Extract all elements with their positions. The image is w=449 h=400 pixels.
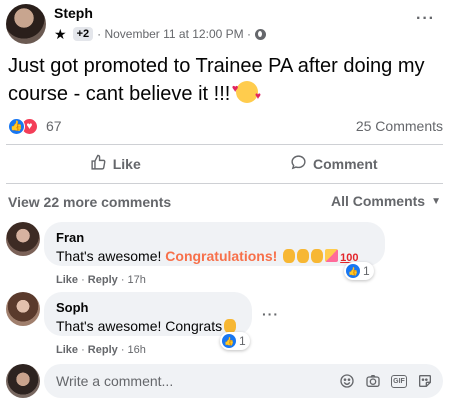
like-label: Like [112,156,141,172]
comment-time[interactable]: · 16h [121,344,146,356]
comment-input-box[interactable]: GIF [44,364,443,398]
star-icon: ★ [54,26,67,42]
camera-icon[interactable] [365,373,381,389]
comment-item: Soph That's awesome! Congrats ··· 👍 1 Li… [6,292,443,358]
reaction-count[interactable]: 67 [46,118,62,134]
author-avatar[interactable] [6,4,46,44]
comment-filter-dropdown[interactable]: All Comments ▼ [331,193,441,209]
view-more-comments-link[interactable]: View 22 more comments [8,194,171,210]
comment-reaction-count: 1 [239,334,246,348]
like-reaction-icon: 👍 [346,264,360,278]
comment-reaction-badge[interactable]: 👍 1 [220,332,250,350]
comment-actions: Like · Reply · 17h [56,274,146,286]
caret-down-icon: ▼ [431,195,441,207]
post-header: Steph ★ +2 · November 11 at 12:00 PM · ·… [6,4,443,46]
more-icon[interactable]: ··· [262,306,279,322]
gif-icon[interactable]: GIF [391,374,407,388]
comment-bubble: Soph That's awesome! Congrats [44,292,252,336]
comment-text: That's awesome! Congratulations! 100 [56,248,373,264]
smiling-hearts-emoji-icon [232,75,261,111]
action-bar: Like Comment [6,147,443,181]
speech-bubble-icon [290,154,307,175]
post-text: Just got promoted to Trainee PA after do… [8,52,438,111]
comment-reaction-count: 1 [363,264,370,278]
badge-count[interactable]: +2 [72,27,94,41]
comment-text-plain: That's awesome! [56,248,166,264]
comment-time[interactable]: · 17h [121,274,146,286]
comment-text: That's awesome! Congrats [56,318,240,334]
like-button[interactable]: Like [6,147,225,181]
comment-like-link[interactable]: Like [56,274,78,286]
clapping-emoji-icon [311,249,324,263]
clapping-emoji-icon [297,249,310,263]
commenter-name[interactable]: Fran [56,230,373,245]
reactions-bar: 👍 ♥ 67 25 Comments [8,116,443,136]
comment-reaction-badge[interactable]: 👍 1 [344,262,374,280]
comment-item: Fran That's awesome! Congratulations! 10… [6,222,443,288]
commenter-avatar[interactable] [6,292,40,326]
comment-text-plain: That's awesome! Congrats [56,318,223,334]
comment-bubble: Fran That's awesome! Congratulations! 10… [44,222,385,266]
thumbs-up-icon [90,154,107,175]
commenter-avatar[interactable] [6,222,40,256]
divider [6,183,443,184]
like-reaction-icon[interactable]: 👍 [8,117,25,135]
smiley-icon[interactable] [339,373,355,389]
comment-label: Comment [312,156,378,172]
comment-input[interactable] [56,373,329,389]
author-name[interactable]: Steph [54,5,93,21]
comment-reply-link[interactable]: Reply [88,274,118,286]
more-icon[interactable]: ··· [416,10,435,28]
clapping-emoji-icon [224,319,237,333]
party-popper-emoji-icon [325,249,339,262]
clapping-emoji-icon [283,249,296,263]
post-body: Just got promoted to Trainee PA after do… [8,55,425,105]
post-timestamp[interactable]: · November 11 at 12:00 PM · [97,27,251,41]
comment-button[interactable]: Comment [225,147,444,181]
divider [6,144,443,145]
comment-filter-label: All Comments [330,193,426,209]
post-meta: ★ +2 · November 11 at 12:00 PM · [54,25,266,43]
comment-actions: Like · Reply · 16h [56,344,146,356]
current-user-avatar[interactable] [6,364,40,398]
sticker-icon[interactable] [417,373,433,389]
like-reaction-icon: 👍 [222,334,236,348]
comment-like-link[interactable]: Like [56,344,78,356]
congratulations-highlight: Congratulations! [165,248,278,264]
commenter-name[interactable]: Soph [56,300,240,315]
globe-icon [254,28,266,40]
comment-count[interactable]: 25 Comments [356,118,443,134]
comment-reply-link[interactable]: Reply [88,344,118,356]
comment-composer: GIF [6,364,443,398]
